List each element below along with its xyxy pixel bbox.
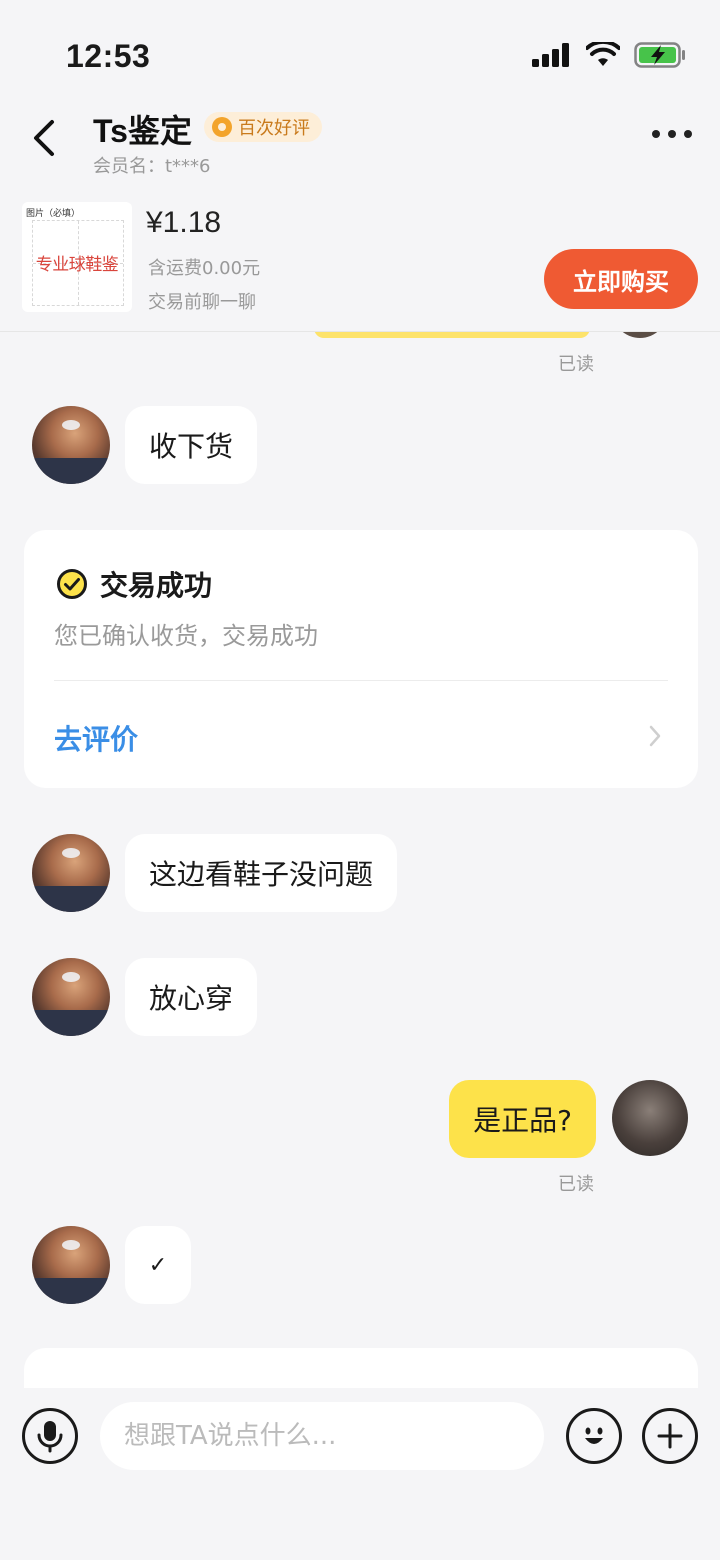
card-title: 交易成功 [100, 569, 213, 602]
message-bubble[interactable]: ✓ [125, 1226, 191, 1304]
badge-label: 百次好评 [238, 118, 310, 139]
read-receipt: 已读 [558, 1174, 594, 1195]
chevron-right-icon[interactable] [648, 724, 662, 748]
review-link[interactable]: 去评价 [54, 718, 138, 758]
my-message-bubble[interactable]: 是正品? [449, 1080, 596, 1158]
microphone-icon[interactable] [22, 1408, 78, 1464]
product-note: 交易前聊一聊 [148, 292, 256, 313]
wifi-icon [586, 42, 620, 66]
status-icons [532, 42, 686, 68]
battery-charging-icon [634, 42, 685, 68]
seller-avatar[interactable] [32, 406, 110, 484]
buy-now-button[interactable]: 立即购买 [544, 249, 698, 309]
plus-icon[interactable] [642, 1408, 698, 1464]
status-bar: 12:53 [0, 0, 720, 100]
input-bar [0, 1388, 720, 1560]
signal-icon [532, 43, 569, 67]
thumb-header: 图片（必填） [26, 209, 81, 219]
badge-coin-icon [212, 117, 232, 137]
card-divider [54, 680, 668, 681]
status-time: 12:53 [66, 38, 151, 74]
message-input[interactable] [100, 1402, 544, 1470]
back-arrow-icon[interactable] [26, 114, 66, 162]
product-price: ¥1.18 [146, 206, 222, 239]
rating-badge: 百次好评 [204, 112, 322, 142]
seller-avatar[interactable] [32, 834, 110, 912]
seller-avatar[interactable] [32, 1226, 110, 1304]
seller-name[interactable]: Ts鉴定 [93, 106, 192, 152]
product-shipping: 含运费0.00元 [148, 258, 261, 279]
message-bubble[interactable]: 放心穿 [125, 958, 258, 1036]
thumb-text: 专业球鞋鉴 [35, 255, 119, 275]
chat-list[interactable]: 已读 收下货 交易成功 您已确认收货，交易成功 去评价 这边看鞋子没问题 放心穿… [0, 192, 720, 1388]
card-description: 您已确认收货，交易成功 [54, 622, 318, 650]
check-circle-icon [57, 569, 87, 599]
seller-avatar[interactable] [32, 958, 110, 1036]
trade-success-card: 交易成功 您已确认收货，交易成功 去评价 [24, 530, 698, 788]
chat-header: Ts鉴定 百次好评 会员名：t***6 [0, 100, 720, 192]
message-bubble[interactable]: 这边看鞋子没问题 [125, 834, 398, 912]
message-bubble[interactable]: 收下货 [125, 406, 258, 484]
more-dots-icon[interactable] [652, 130, 692, 138]
member-name: 会员名：t***6 [93, 156, 211, 177]
product-thumbnail[interactable]: 图片（必填） 专业球鞋鉴 [22, 202, 132, 312]
my-avatar[interactable] [612, 1080, 688, 1156]
product-bar: 图片（必填） 专业球鞋鉴 ¥1.18 含运费0.00元 交易前聊一聊 立即购买 [0, 192, 720, 332]
emoji-icon[interactable] [566, 1408, 622, 1464]
read-receipt: 已读 [558, 354, 594, 375]
partial-card [24, 1348, 698, 1388]
